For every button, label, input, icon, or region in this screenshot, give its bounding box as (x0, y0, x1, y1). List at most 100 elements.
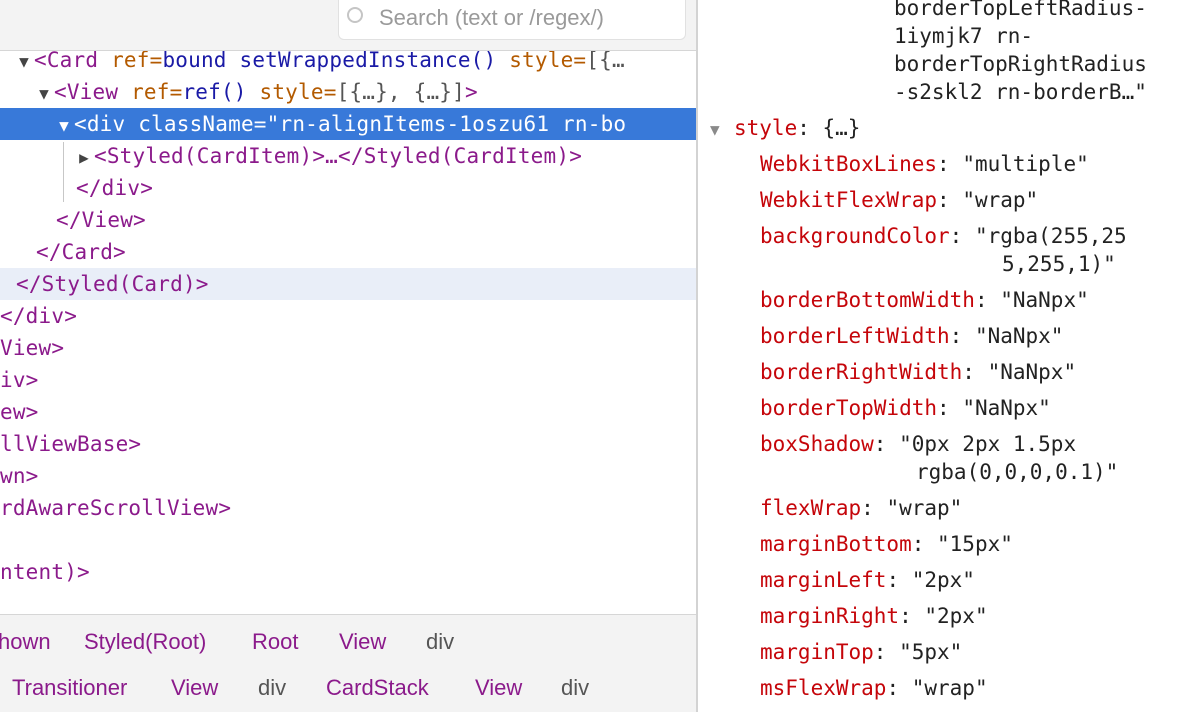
prop-item[interactable]: flexWrap: "wrap" (760, 490, 962, 526)
tag-collapsed: >…</ (312, 144, 364, 168)
tag-name: div (86, 112, 126, 136)
tag-close: > (569, 144, 583, 168)
breadcrumb-item[interactable]: Root (252, 629, 298, 655)
prop-item[interactable]: WebkitBoxLines: "multiple" (760, 146, 1089, 182)
tree-node-close[interactable]: rdAwareScrollView> (0, 492, 231, 524)
tree-node-view[interactable]: ▼ <View ref=ref() style=[{…}, {…}]> (34, 76, 696, 108)
breadcrumb-item[interactable]: View (339, 629, 386, 655)
attr-name: ref= (111, 48, 163, 72)
tree-node-close[interactable]: llViewBase> (0, 428, 141, 460)
breadcrumb-bar: hown Styled(Root) Root View div Transiti… (0, 614, 696, 712)
prop-key: marginTop (760, 640, 874, 664)
tag-name: Styled(CardItem) (363, 144, 570, 168)
prop-item[interactable]: borderTopWidth: "NaNpx" (760, 390, 1051, 426)
prop-style[interactable]: ▼ style: {…} (710, 110, 860, 148)
tag-open: < (74, 112, 87, 136)
prop-item[interactable]: marginRight: "2px" (760, 598, 988, 634)
tree-node-div-selected[interactable]: ▼ <div className="rn-alignItems-1oszu61 r… (0, 108, 696, 140)
attr-value: [{… (586, 48, 625, 72)
prop-key: marginLeft (760, 568, 887, 592)
tag-open: < (34, 48, 47, 72)
triangle-down-icon[interactable]: ▼ (34, 78, 54, 110)
closing-tag: ntent)> (0, 560, 90, 584)
attr-name: ref= (131, 80, 183, 104)
prop-key: marginRight (760, 604, 900, 628)
closing-tag: llViewBase> (0, 432, 142, 456)
tree-node-styled-card-close[interactable]: </Styled(Card)> (0, 268, 696, 300)
prop-value: "15px" (937, 532, 1013, 556)
prop-value: "multiple" (962, 152, 1089, 176)
attr-value: bound setWrappedInstance() (162, 48, 497, 72)
prop-item[interactable]: borderRightWidth: "NaNpx" (760, 354, 1076, 390)
prop-key: borderBottomWidth (760, 288, 975, 312)
prop-key: borderTopWidth (760, 396, 938, 420)
tree-node-close[interactable]: ntent)> (0, 556, 90, 588)
prop-value-continuation: rgba(0,0,0,0.1)" (916, 460, 1119, 484)
tree-node-close[interactable]: wn> (0, 460, 39, 492)
prop-value: "5px" (899, 640, 963, 664)
breadcrumb-item[interactable]: div (426, 629, 454, 655)
prop-value: "NaNpx" (1000, 288, 1089, 312)
closing-tag: </View> (56, 208, 146, 232)
tree-node-div-close[interactable]: </div> (76, 172, 153, 204)
breadcrumb-item[interactable]: View (171, 675, 218, 701)
prop-item[interactable]: borderLeftWidth: "NaNpx" (760, 318, 1063, 354)
search-icon (347, 7, 363, 23)
prop-key: backgroundColor (760, 224, 950, 248)
attr-name: className= (138, 112, 267, 136)
closing-tag: View> (0, 336, 65, 360)
breadcrumb-item[interactable]: CardStack (326, 675, 429, 701)
tag-name: Styled(CardItem) (106, 144, 313, 168)
prop-value: "wrap" (962, 188, 1039, 212)
prop-value: "NaNpx" (974, 324, 1064, 348)
attr-value: "rn-alignItems-1oszu61 rn-bo (266, 112, 627, 136)
prop-value-continuation: 5,255,1)" (1002, 252, 1116, 276)
tree-node-close[interactable]: ew> (0, 396, 39, 428)
triangle-right-icon[interactable]: ▶ (74, 142, 94, 174)
breadcrumb-item[interactable]: hown (0, 629, 51, 655)
closing-tag: </Card> (36, 240, 126, 264)
tree-node-styled-carditem[interactable]: ▶ <Styled(CardItem)>…</Styled(CardItem)> (74, 140, 696, 172)
tree-node-close[interactable]: View> (0, 332, 64, 364)
attr-name: style= (509, 48, 587, 72)
breadcrumb-item[interactable]: View (475, 675, 522, 701)
tag-name: Card (46, 48, 99, 72)
tree-node-close[interactable]: iv> (0, 364, 39, 396)
closing-tag: </Styled(Card)> (16, 272, 209, 296)
prop-item[interactable]: borderBottomWidth: "NaNpx" (760, 282, 1089, 318)
prop-key: msFlexWrap (760, 676, 887, 700)
tag-open: < (94, 144, 107, 168)
breadcrumb-item[interactable]: div (258, 675, 286, 701)
prop-value: "2px" (911, 568, 975, 592)
prop-item[interactable]: marginBottom: "15px" (760, 526, 1013, 562)
closing-tag: rdAwareScrollView> (0, 496, 232, 520)
search-input[interactable] (379, 4, 669, 32)
prop-item[interactable]: WebkitFlexWrap: "wrap" (760, 182, 1038, 218)
indent-guide (63, 142, 64, 202)
breadcrumb-row-2: Transitioner View div CardStack View div (0, 667, 696, 707)
prop-item[interactable]: marginTop: "5px" (760, 634, 962, 670)
prop-value: "rgba(255,25 (974, 224, 1127, 248)
triangle-down-icon[interactable]: ▼ (54, 110, 74, 142)
search-box[interactable] (338, 0, 686, 40)
tree-node-card-close[interactable]: </Card> (36, 236, 126, 268)
tag-name: View (66, 80, 119, 104)
prop-item[interactable]: marginLeft: "2px" (760, 562, 975, 598)
prop-value: "wrap" (886, 496, 963, 520)
prop-value: "NaNpx" (987, 360, 1077, 384)
tree-node-close[interactable]: </div> (0, 300, 77, 332)
tree-node-view-close[interactable]: </View> (56, 204, 146, 236)
closing-tag: </div> (76, 176, 154, 200)
breadcrumb-item[interactable]: Styled(Root) (84, 629, 206, 655)
prop-value: {…} (822, 116, 861, 140)
prop-key: WebkitFlexWrap (760, 188, 938, 212)
prop-key: flexWrap (760, 496, 862, 520)
closing-tag: iv> (0, 368, 39, 392)
breadcrumb-item[interactable]: Transitioner (12, 675, 127, 701)
breadcrumb-row-1: hown Styled(Root) Root View div (0, 621, 696, 661)
attr-value: ref() (182, 80, 247, 104)
prop-item[interactable]: msFlexWrap: "wrap" (760, 670, 988, 706)
tag-open: < (54, 80, 67, 104)
breadcrumb-item[interactable]: div (561, 675, 589, 701)
triangle-down-icon[interactable]: ▼ (710, 112, 734, 148)
